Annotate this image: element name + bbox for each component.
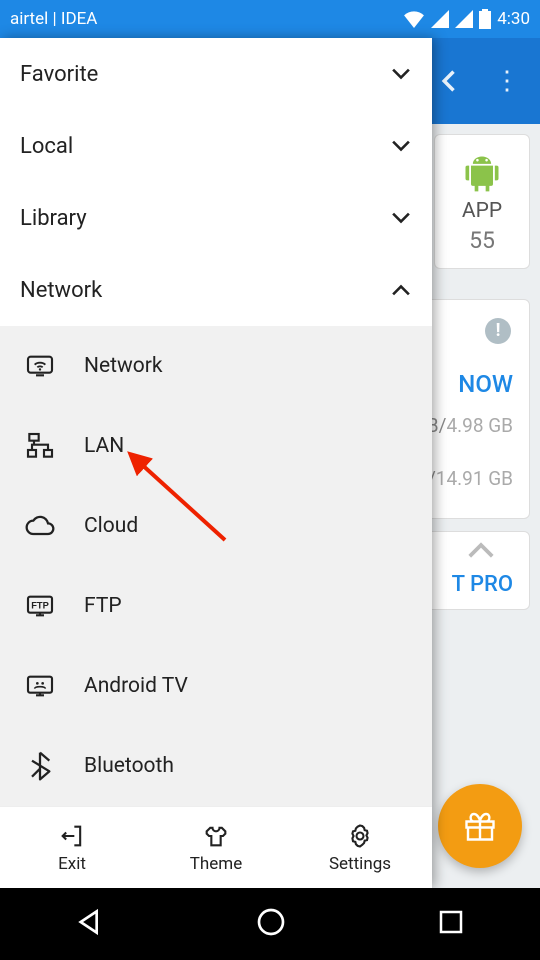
network-display-icon bbox=[24, 350, 56, 382]
signal-icon bbox=[431, 10, 449, 28]
status-right: 4:30 bbox=[403, 9, 530, 29]
android-icon bbox=[460, 151, 504, 195]
nav-drawer: Favorite Local Library Network Network L… bbox=[0, 38, 432, 888]
network-item-network[interactable]: Network bbox=[0, 326, 432, 406]
lan-icon bbox=[24, 430, 56, 462]
info-icon: ! bbox=[485, 318, 511, 344]
app-tile[interactable]: APP 55 bbox=[434, 134, 530, 269]
nav-back-button[interactable] bbox=[74, 906, 106, 942]
exit-icon bbox=[58, 822, 86, 850]
chevron-down-icon bbox=[390, 139, 412, 153]
network-item-lan[interactable]: LAN bbox=[0, 406, 432, 486]
network-item-cloud[interactable]: Cloud bbox=[0, 486, 432, 566]
drawer-theme-button[interactable]: Theme bbox=[144, 807, 288, 888]
drawer-category-local[interactable]: Local bbox=[0, 110, 432, 182]
chevron-up-icon[interactable] bbox=[465, 540, 497, 560]
gift-fab[interactable] bbox=[438, 784, 522, 868]
status-bar: airtel | IDEA 4:30 bbox=[0, 0, 540, 38]
drawer-footer: Exit Theme Settings bbox=[0, 806, 432, 888]
battery-icon bbox=[479, 9, 491, 29]
svg-text:FTP: FTP bbox=[31, 601, 49, 611]
square-recent-icon bbox=[436, 907, 466, 937]
drawer-category-favorite[interactable]: Favorite bbox=[0, 38, 432, 110]
pro-label: T PRO bbox=[452, 572, 513, 597]
chevron-up-icon bbox=[390, 283, 412, 297]
app-tile-label: APP bbox=[435, 199, 529, 223]
drawer-exit-button[interactable]: Exit bbox=[0, 807, 144, 888]
drawer-category-network[interactable]: Network bbox=[0, 254, 432, 326]
chevron-down-icon bbox=[390, 67, 412, 81]
network-item-ftp[interactable]: FTP FTP bbox=[0, 566, 432, 646]
bluetooth-icon bbox=[24, 750, 56, 782]
triangle-back-icon bbox=[74, 906, 106, 938]
network-sublist: Network LAN Cloud FTP FTP Android TV Blu… bbox=[0, 326, 432, 806]
theme-icon bbox=[202, 822, 230, 850]
drawer-category-library[interactable]: Library bbox=[0, 182, 432, 254]
clock-text: 4:30 bbox=[497, 9, 530, 29]
nav-home-button[interactable] bbox=[255, 906, 287, 942]
overflow-menu-icon[interactable]: ⋮ bbox=[494, 66, 520, 96]
circle-home-icon bbox=[255, 906, 287, 938]
app-tile-count: 55 bbox=[435, 227, 529, 254]
network-item-bluetooth[interactable]: Bluetooth bbox=[0, 726, 432, 806]
settings-icon bbox=[346, 822, 374, 850]
android-tv-icon bbox=[24, 670, 56, 702]
ftp-icon: FTP bbox=[24, 590, 56, 622]
wifi-icon bbox=[403, 10, 425, 28]
cloud-icon bbox=[24, 510, 56, 542]
drawer-settings-button[interactable]: Settings bbox=[288, 807, 432, 888]
signal-icon bbox=[455, 10, 473, 28]
chevron-down-icon bbox=[390, 211, 412, 225]
chevron-left-icon[interactable] bbox=[436, 67, 464, 95]
carrier-text: airtel | IDEA bbox=[10, 9, 97, 29]
network-item-androidtv[interactable]: Android TV bbox=[0, 646, 432, 726]
nav-recent-button[interactable] bbox=[436, 907, 466, 941]
system-nav-bar bbox=[0, 888, 540, 960]
gift-icon bbox=[462, 808, 498, 844]
